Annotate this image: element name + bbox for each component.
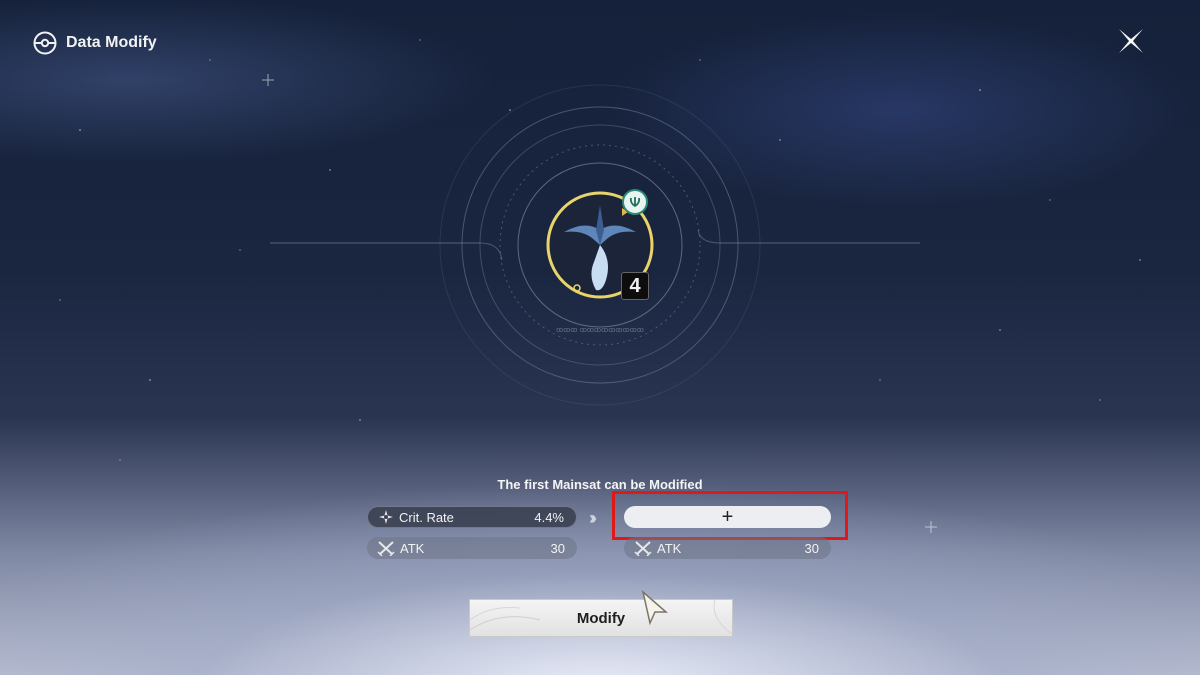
modify-button[interactable]: Modify <box>469 599 733 637</box>
current-sub-stat-label: ATK <box>400 540 425 556</box>
new-sub-stat: ATK 30 <box>624 537 831 559</box>
current-main-stat-label: Crit. Rate <box>399 509 454 525</box>
page-title: Data Modify <box>66 34 157 51</box>
svg-text:ꝏꝏꝏ ꝏꝏꝏꝏꝏꝏꝏꝏꝏ: ꝏꝏꝏ ꝏꝏꝏꝏꝏꝏꝏꝏꝏ <box>556 326 644 334</box>
modify-button-label: Modify <box>576 609 626 627</box>
page-header: Data Modify <box>32 30 157 56</box>
new-sub-stat-value: 30 <box>804 540 819 556</box>
modify-hint-text: The first Mainsat can be Modified <box>497 477 703 492</box>
current-sub-stat-value: 30 <box>550 540 565 556</box>
aero-attribute-icon <box>622 189 648 215</box>
current-main-stat: Crit. Rate 4.4% <box>367 506 577 528</box>
highlight-box <box>612 491 848 540</box>
echo-level-badge: 4 <box>621 272 649 300</box>
crit-rate-icon <box>379 510 393 524</box>
double-chevron-right-icon: ›› <box>589 508 597 528</box>
close-x-icon <box>1119 29 1143 53</box>
close-button[interactable] <box>1112 22 1150 60</box>
new-sub-stat-label: ATK <box>657 540 682 556</box>
atk-swords-icon <box>634 541 652 556</box>
current-main-stat-value: 4.4% <box>534 509 564 525</box>
atk-swords-icon <box>377 541 395 556</box>
current-sub-stat: ATK 30 <box>367 537 577 559</box>
pokeball-icon <box>33 31 57 55</box>
mouse-cursor-icon <box>641 590 669 626</box>
echo-emblem: ꝏꝏꝏ ꝏꝏꝏꝏꝏꝏꝏꝏꝏ <box>270 84 920 406</box>
